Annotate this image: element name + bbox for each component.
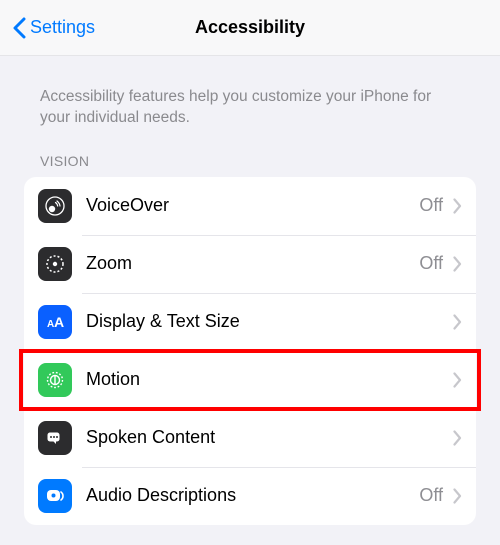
- voiceover-icon: [38, 189, 72, 223]
- row-label: Zoom: [86, 253, 419, 274]
- chevron-left-icon: [12, 17, 26, 39]
- page-title: Accessibility: [195, 17, 305, 38]
- spoken-content-icon: [38, 421, 72, 455]
- row-status: Off: [419, 195, 443, 216]
- motion-icon: [38, 363, 72, 397]
- row-display-text-size[interactable]: A A Display & Text Size: [24, 293, 476, 351]
- chevron-right-icon: [453, 430, 462, 446]
- row-status: Off: [419, 253, 443, 274]
- chevron-right-icon: [453, 256, 462, 272]
- back-button[interactable]: Settings: [0, 17, 107, 39]
- row-spoken-content[interactable]: Spoken Content: [24, 409, 476, 467]
- navbar: Settings Accessibility: [0, 0, 500, 56]
- row-voiceover[interactable]: VoiceOver Off: [24, 177, 476, 235]
- back-label: Settings: [30, 17, 95, 38]
- chevron-right-icon: [453, 198, 462, 214]
- text-size-icon: A A: [38, 305, 72, 339]
- row-label: Audio Descriptions: [86, 485, 419, 506]
- row-label: Motion: [86, 369, 443, 390]
- svg-text:A: A: [54, 314, 64, 330]
- row-label: Display & Text Size: [86, 311, 443, 332]
- zoom-icon: [38, 247, 72, 281]
- description-text: Accessibility features help you customiz…: [0, 56, 500, 153]
- row-status: Off: [419, 485, 443, 506]
- chevron-right-icon: [453, 372, 462, 388]
- row-zoom[interactable]: Zoom Off: [24, 235, 476, 293]
- section-header-vision: VISION: [0, 153, 500, 177]
- row-audio-descriptions[interactable]: Audio Descriptions Off: [24, 467, 476, 525]
- chevron-right-icon: [453, 314, 462, 330]
- audio-descriptions-icon: [38, 479, 72, 513]
- vision-list: VoiceOver Off Zoom Off A A Display & Tex…: [24, 177, 476, 525]
- row-label: Spoken Content: [86, 427, 443, 448]
- chevron-right-icon: [453, 488, 462, 504]
- row-motion[interactable]: Motion: [24, 351, 476, 409]
- row-label: VoiceOver: [86, 195, 419, 216]
